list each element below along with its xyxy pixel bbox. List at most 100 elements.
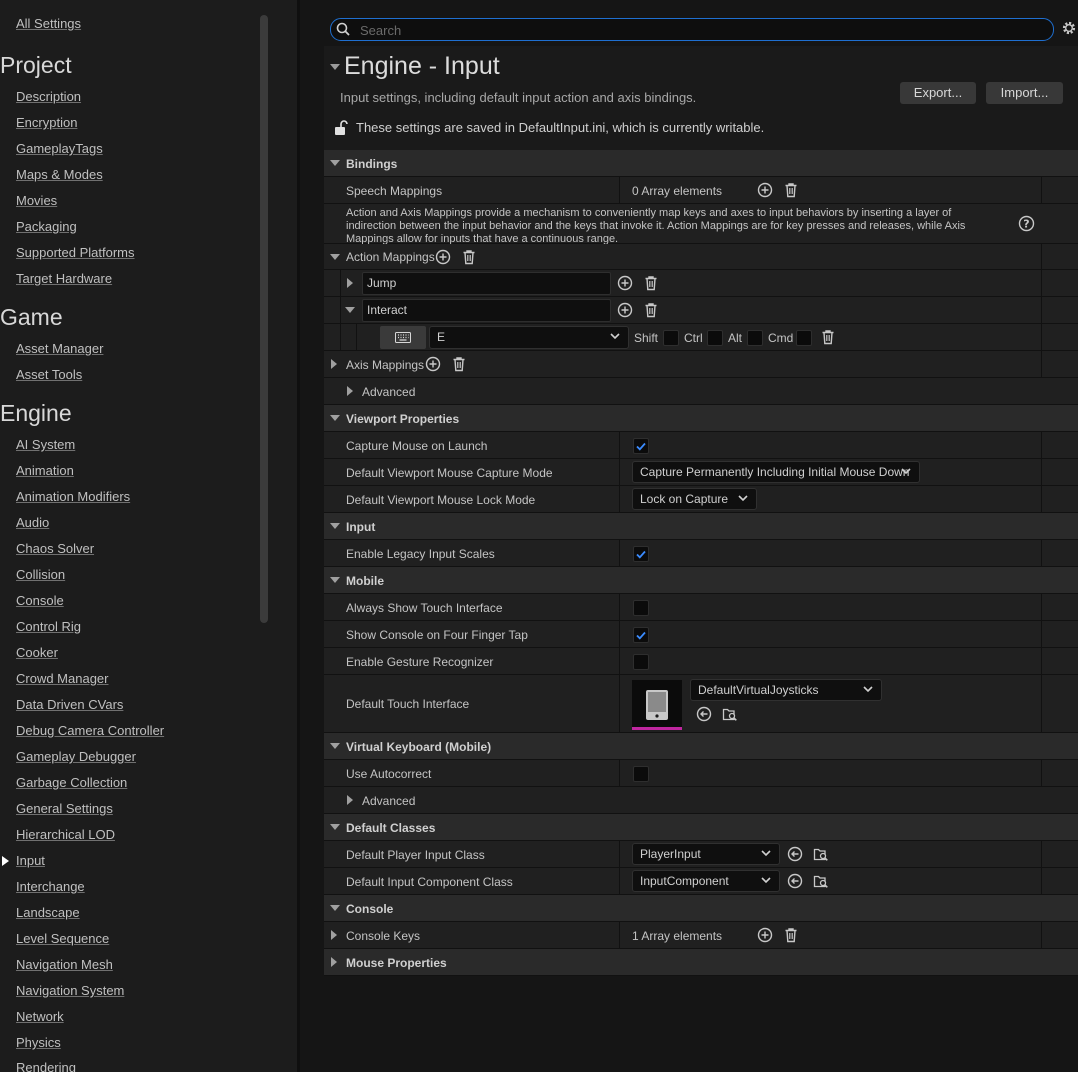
category-input[interactable]: Input — [324, 513, 1078, 540]
category-default-classes[interactable]: Default Classes — [324, 814, 1078, 841]
collapse-arrow-icon[interactable] — [330, 254, 340, 260]
collapse-arrow-icon[interactable] — [330, 824, 340, 830]
nav-packaging[interactable]: Packaging — [16, 219, 77, 234]
collapse-arrow-icon[interactable] — [345, 307, 355, 313]
nav-target-hardware[interactable]: Target Hardware — [16, 271, 112, 286]
all-settings-link[interactable]: All Settings — [16, 16, 81, 31]
nav-control-rig[interactable]: Control Rig — [16, 619, 81, 634]
trash-icon[interactable] — [643, 275, 659, 291]
export-button[interactable]: Export... — [900, 82, 976, 104]
nav-level-sequence[interactable]: Level Sequence — [16, 931, 109, 946]
collapse-arrow-icon[interactable] — [330, 64, 340, 70]
use-selected-asset-icon[interactable] — [787, 846, 803, 862]
collapse-arrow-icon[interactable] — [330, 160, 340, 166]
vk-advanced-row[interactable]: Advanced — [324, 787, 1078, 814]
expand-arrow-icon[interactable] — [331, 359, 337, 369]
nav-supported-platforms[interactable]: Supported Platforms — [16, 245, 135, 260]
browse-asset-icon[interactable] — [722, 706, 738, 722]
category-mobile[interactable]: Mobile — [324, 567, 1078, 594]
trash-icon[interactable] — [461, 249, 477, 265]
trash-icon[interactable] — [783, 927, 799, 943]
add-icon[interactable] — [425, 356, 441, 372]
use-selected-asset-icon[interactable] — [696, 706, 712, 722]
nav-maps-modes[interactable]: Maps & Modes — [16, 167, 103, 182]
search-box[interactable] — [330, 18, 1054, 41]
nav-audio[interactable]: Audio — [16, 515, 49, 530]
use-selected-asset-icon[interactable] — [787, 873, 803, 889]
alt-checkbox[interactable] — [747, 330, 763, 346]
nav-chaos-solver[interactable]: Chaos Solver — [16, 541, 94, 556]
help-icon[interactable]: ? — [1018, 215, 1035, 232]
nav-animation[interactable]: Animation — [16, 463, 74, 478]
collapse-arrow-icon[interactable] — [330, 577, 340, 583]
nav-crowd-manager[interactable]: Crowd Manager — [16, 671, 109, 686]
asset-thumbnail[interactable] — [632, 680, 682, 730]
key-selector-button[interactable] — [380, 326, 426, 349]
key-dropdown[interactable]: E — [429, 326, 629, 349]
bindings-advanced-row[interactable]: Advanced — [324, 378, 1078, 405]
nav-movies[interactable]: Movies — [16, 193, 57, 208]
expand-arrow-icon[interactable] — [347, 386, 353, 396]
action-name-field[interactable]: Jump — [362, 272, 611, 295]
nav-hierarchical-lod[interactable]: Hierarchical LOD — [16, 827, 115, 842]
nav-input[interactable]: Input — [16, 853, 45, 868]
gesture-checkbox[interactable] — [633, 654, 649, 670]
add-icon[interactable] — [757, 927, 773, 943]
nav-animation-modifiers[interactable]: Animation Modifiers — [16, 489, 130, 504]
capture-mode-dropdown[interactable]: Capture Permanently Including Initial Mo… — [632, 461, 920, 483]
gear-icon[interactable] — [1060, 19, 1078, 37]
sidebar-scrollbar[interactable] — [260, 15, 268, 623]
expand-arrow-icon[interactable] — [347, 795, 353, 805]
nav-ai-system[interactable]: AI System — [16, 437, 75, 452]
collapse-arrow-icon[interactable] — [330, 905, 340, 911]
autocorrect-checkbox[interactable] — [633, 766, 649, 782]
collapse-arrow-icon[interactable] — [330, 415, 340, 421]
category-bindings[interactable]: Bindings — [324, 150, 1078, 177]
four-finger-checkbox[interactable] — [633, 627, 649, 643]
trash-icon[interactable] — [643, 302, 659, 318]
add-icon[interactable] — [435, 249, 451, 265]
shift-checkbox[interactable] — [663, 330, 679, 346]
always-touch-checkbox[interactable] — [633, 600, 649, 616]
nav-network[interactable]: Network — [16, 1009, 64, 1024]
nav-garbage-collection[interactable]: Garbage Collection — [16, 775, 127, 790]
add-icon[interactable] — [617, 275, 633, 291]
capture-mouse-checkbox[interactable] — [633, 438, 649, 454]
browse-asset-icon[interactable] — [813, 873, 829, 889]
expand-arrow-icon[interactable] — [331, 957, 337, 967]
nav-asset-manager[interactable]: Asset Manager — [16, 341, 103, 356]
ctrl-checkbox[interactable] — [707, 330, 723, 346]
category-mouse-properties[interactable]: Mouse Properties — [324, 949, 1078, 976]
lock-mode-dropdown[interactable]: Lock on Capture — [632, 488, 757, 510]
add-icon[interactable] — [757, 182, 773, 198]
collapse-arrow-icon[interactable] — [330, 743, 340, 749]
nav-gameplaytags[interactable]: GameplayTags — [16, 141, 103, 156]
nav-navigation-system[interactable]: Navigation System — [16, 983, 124, 998]
nav-collision[interactable]: Collision — [16, 567, 65, 582]
expand-arrow-icon[interactable] — [347, 278, 353, 288]
input-component-class-dropdown[interactable]: InputComponent — [632, 870, 780, 892]
action-name-field[interactable]: Interact — [362, 299, 611, 322]
category-virtual-keyboard[interactable]: Virtual Keyboard (Mobile) — [324, 733, 1078, 760]
trash-icon[interactable] — [820, 329, 836, 345]
nav-console[interactable]: Console — [16, 593, 64, 608]
nav-description[interactable]: Description — [16, 89, 81, 104]
nav-navigation-mesh[interactable]: Navigation Mesh — [16, 957, 113, 972]
nav-debug-camera-controller[interactable]: Debug Camera Controller — [16, 723, 164, 738]
nav-general-settings[interactable]: General Settings — [16, 801, 113, 816]
touch-interface-dropdown[interactable]: DefaultVirtualJoysticks — [690, 679, 882, 701]
collapse-arrow-icon[interactable] — [330, 523, 340, 529]
search-input[interactable] — [358, 20, 1042, 40]
category-console[interactable]: Console — [324, 895, 1078, 922]
cmd-checkbox[interactable] — [796, 330, 812, 346]
browse-asset-icon[interactable] — [813, 846, 829, 862]
nav-cooker[interactable]: Cooker — [16, 645, 58, 660]
add-icon[interactable] — [617, 302, 633, 318]
nav-gameplay-debugger[interactable]: Gameplay Debugger — [16, 749, 136, 764]
nav-landscape[interactable]: Landscape — [16, 905, 80, 920]
trash-icon[interactable] — [783, 182, 799, 198]
player-input-class-dropdown[interactable]: PlayerInput — [632, 843, 780, 865]
nav-encryption[interactable]: Encryption — [16, 115, 77, 130]
expand-arrow-icon[interactable] — [331, 930, 337, 940]
nav-data-driven-cvars[interactable]: Data Driven CVars — [16, 697, 123, 712]
